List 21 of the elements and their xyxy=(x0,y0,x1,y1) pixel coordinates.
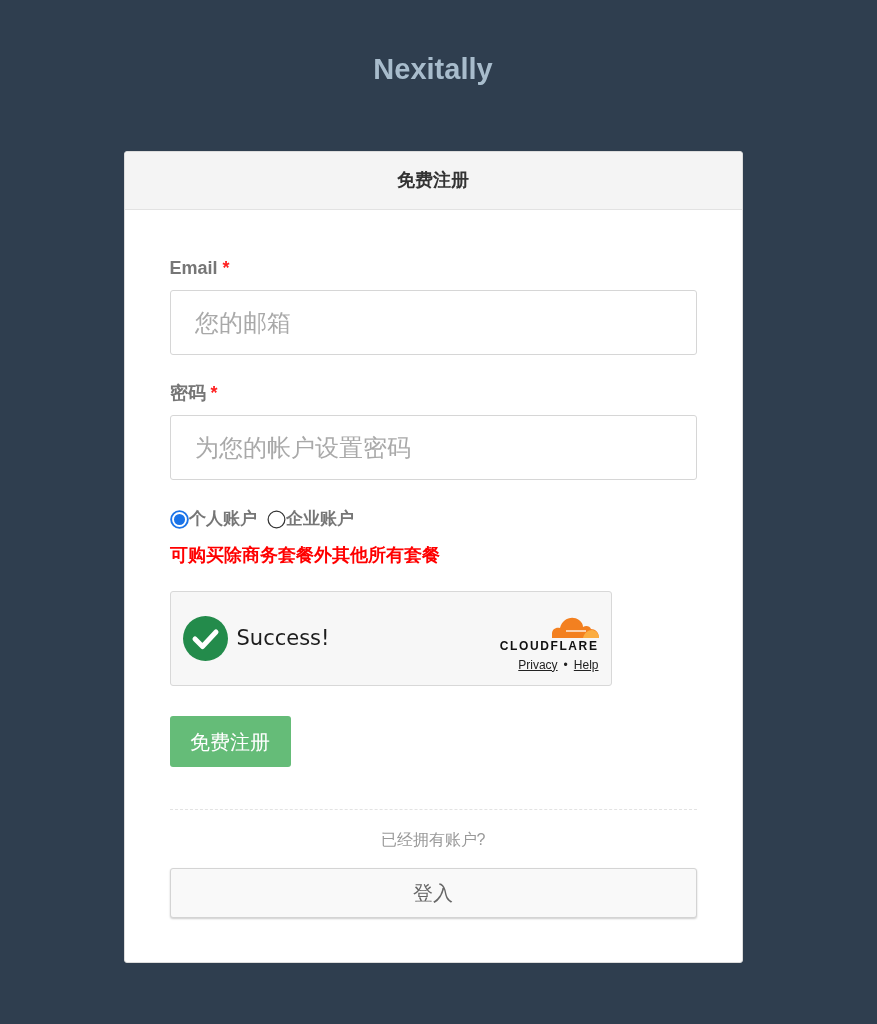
card-title: 免费注册 xyxy=(397,169,469,192)
required-mark: * xyxy=(222,256,230,280)
link-separator: • xyxy=(563,657,568,672)
radio-button[interactable] xyxy=(266,509,286,529)
notice-text: 可购买除商务套餐外其他所有套餐 xyxy=(169,544,441,567)
login-button[interactable]: 登入 xyxy=(169,868,697,918)
login-prompt: 已经拥有账户? xyxy=(379,830,487,850)
radio-label: 个人账户 xyxy=(188,508,257,531)
radio-button[interactable] xyxy=(169,509,189,529)
cloudflare-wordmark: CLOUDFLARE xyxy=(499,638,599,653)
field-label: Email xyxy=(169,256,218,280)
captcha-status: Success! xyxy=(236,624,330,652)
input-field[interactable]: 为您的帐户设置密码 xyxy=(169,415,697,480)
input-field[interactable]: 您的邮箱 xyxy=(169,290,697,355)
site-title: Nexitally xyxy=(373,52,493,87)
captcha-link[interactable]: Help xyxy=(573,657,599,672)
field-label: 密码 xyxy=(169,381,206,405)
radio-label: 企业账户 xyxy=(285,508,354,531)
captcha-link[interactable]: Privacy xyxy=(518,657,558,672)
success-check-icon xyxy=(182,616,228,661)
required-mark: * xyxy=(210,381,218,405)
